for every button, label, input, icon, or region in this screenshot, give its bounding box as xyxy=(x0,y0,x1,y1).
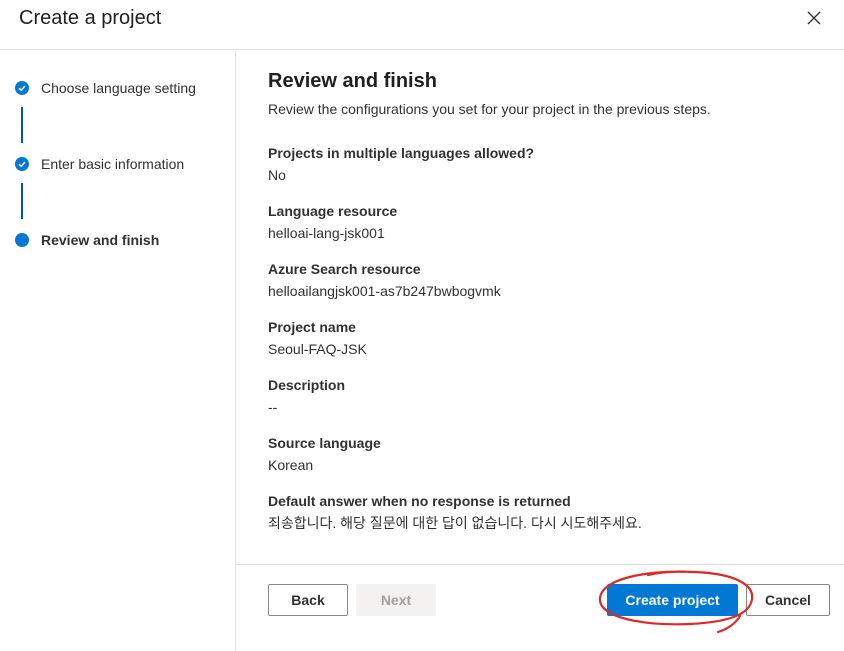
step-choose-language[interactable]: Choose language setting xyxy=(15,80,196,96)
dialog-footer: Back Next Create project Cancel xyxy=(236,564,844,651)
field-source-language: Source language Korean xyxy=(268,432,381,476)
next-button[interactable]: Next xyxy=(356,584,436,616)
field-value: Seoul-FAQ-JSK xyxy=(268,341,367,357)
step-label: Review and finish xyxy=(41,232,160,248)
cancel-button[interactable]: Cancel xyxy=(746,584,830,616)
field-label: Azure Search resource xyxy=(268,261,421,277)
dialog-title: Create a project xyxy=(19,7,162,29)
steps-nav: Choose language setting Enter basic info… xyxy=(0,51,236,651)
create-project-button[interactable]: Create project xyxy=(607,584,738,616)
field-language-resource: Language resource helloai-lang-jsk001 xyxy=(268,200,397,244)
back-button[interactable]: Back xyxy=(268,584,348,616)
field-label: Projects in multiple languages allowed? xyxy=(268,145,535,161)
close-icon xyxy=(807,11,821,25)
checkmark-icon xyxy=(15,157,29,171)
dialog-header: Create a project xyxy=(0,0,844,50)
field-azure-search-resource: Azure Search resource helloailangjsk001-… xyxy=(268,258,501,302)
step-connector xyxy=(21,107,23,143)
field-default-answer: Default answer when no response is retur… xyxy=(268,490,642,534)
field-value: No xyxy=(268,167,286,183)
section-title: Review and finish xyxy=(268,70,437,92)
field-label: Default answer when no response is retur… xyxy=(268,493,571,509)
field-project-name: Project name Seoul-FAQ-JSK xyxy=(268,316,367,360)
field-value: -- xyxy=(268,399,278,415)
field-multiple-languages: Projects in multiple languages allowed? … xyxy=(268,142,534,186)
field-value: helloailangjsk001-as7b247bwbogvmk xyxy=(268,283,501,299)
step-basic-information[interactable]: Enter basic information xyxy=(15,156,184,172)
close-button[interactable] xyxy=(800,4,828,32)
review-panel: Review and finish Review the configurati… xyxy=(236,51,844,565)
field-value: helloai-lang-jsk001 xyxy=(268,225,385,241)
step-review-finish[interactable]: Review and finish xyxy=(15,232,159,248)
field-label: Source language xyxy=(268,435,381,451)
section-description: Review the configurations you set for yo… xyxy=(268,101,711,117)
field-value: Korean xyxy=(268,457,314,473)
field-label: Project name xyxy=(268,319,356,335)
current-step-dot-icon xyxy=(15,233,29,247)
field-label: Description xyxy=(268,377,346,393)
field-description: Description -- xyxy=(268,374,345,418)
checkmark-icon xyxy=(15,81,29,95)
step-label: Choose language setting xyxy=(41,80,196,96)
step-connector xyxy=(21,183,23,219)
field-label: Language resource xyxy=(268,203,398,219)
step-label: Enter basic information xyxy=(41,156,185,172)
field-value: 죄송합니다. 해당 질문에 대한 답이 없습니다. 다시 시도해주세요. xyxy=(268,515,642,531)
